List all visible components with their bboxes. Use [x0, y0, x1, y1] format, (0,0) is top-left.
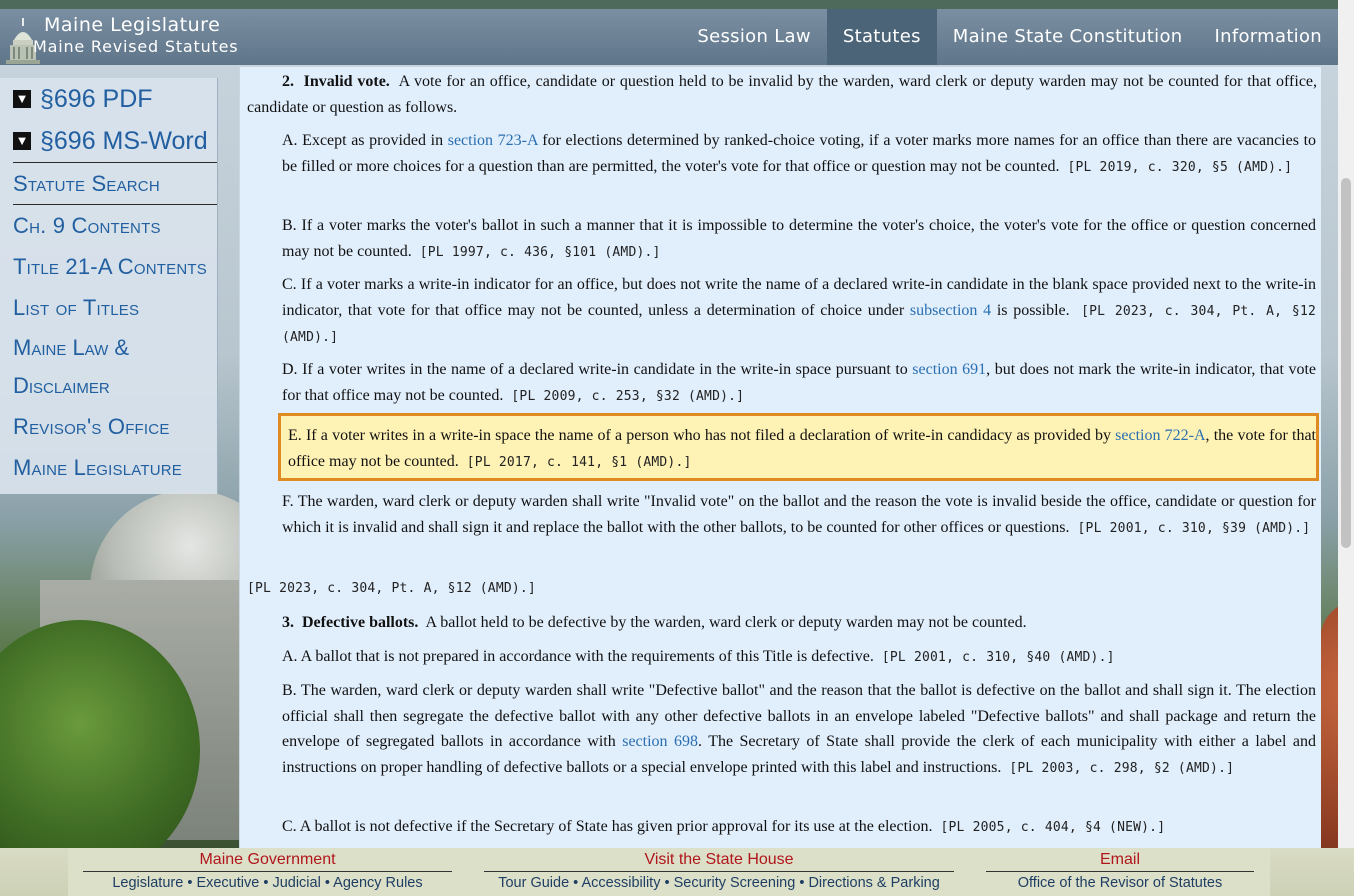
- footer-link-directions-parking[interactable]: Directions & Parking: [808, 875, 939, 891]
- history-note: [PL 2001, c. 310, §39 (AMD).]: [1077, 520, 1311, 536]
- footer-heading[interactable]: Visit the State House: [484, 850, 954, 872]
- paragraph-text: A. A ballot that is not prepared in acco…: [282, 648, 874, 665]
- history-note: [PL 2009, c. 253, §32 (AMD).]: [511, 388, 745, 404]
- sidebar-item-maine-legislature[interactable]: Maine Legislature: [0, 447, 217, 488]
- sidebar-pdf-link[interactable]: ▼ §696 PDF: [0, 78, 217, 120]
- footer-separator: •: [187, 875, 193, 891]
- footer-link-revisor-office[interactable]: Office of the Revisor of Statutes: [1018, 875, 1222, 891]
- download-icon: ▼: [13, 132, 31, 150]
- footer-link-legislature[interactable]: Legislature: [112, 875, 183, 891]
- paragraph-3b: B. The warden, ward clerk or deputy ward…: [282, 678, 1316, 781]
- paragraph-d: D. If a voter writes in the name of a de…: [282, 357, 1316, 409]
- paragraph-text: E. If a voter writes in a write-in space…: [288, 427, 1111, 444]
- subsection-2: 2. Invalid vote. A vote for an office, c…: [247, 69, 1317, 120]
- paragraph-a: A. Except as provided in section 723-A f…: [282, 128, 1316, 180]
- footer-heading[interactable]: Maine Government: [83, 850, 452, 872]
- paragraph-text: A. Except as provided in: [282, 132, 444, 149]
- footer-email: Email Office of the Revisor of Statutes: [986, 850, 1254, 894]
- sidebar-item-chapter-contents[interactable]: Ch. 9 Contents: [0, 205, 217, 246]
- section-698-link[interactable]: section 698: [622, 733, 698, 750]
- sidebar-item-maine-law-disclaimer[interactable]: Maine Law & Disclaimer: [0, 328, 217, 406]
- history-note: [PL 2005, c. 404, §4 (NEW).]: [940, 820, 1166, 835]
- sidebar-pdf-label: §696 PDF: [40, 84, 153, 113]
- footer-visit-state-house: Visit the State House Tour Guide • Acces…: [484, 850, 954, 894]
- footer-maine-government: Maine Government Legislature • Executive…: [83, 850, 452, 894]
- header-strip: [0, 0, 1338, 9]
- site-subtitle[interactable]: Maine Revised Statutes: [33, 38, 238, 56]
- paragraph-f: F. The warden, ward clerk or deputy ward…: [282, 489, 1316, 541]
- nav-information[interactable]: Information: [1199, 9, 1339, 65]
- subsection-4-link[interactable]: subsection 4: [910, 302, 991, 319]
- subsection-text: A ballot held to be defective by the war…: [425, 614, 1027, 631]
- subsection-3: 3. Defective ballots. A ballot held to b…: [247, 610, 1317, 636]
- paragraph-text: D. If a voter writes in the name of a de…: [282, 361, 908, 378]
- subsection-number: 3.: [282, 614, 294, 631]
- subsection-title: Invalid vote.: [303, 73, 390, 90]
- statute-content: 2. Invalid vote. A vote for an office, c…: [239, 67, 1321, 848]
- sidebar-item-statute-search[interactable]: Statute Search: [0, 163, 217, 204]
- sidebar: ▼ §696 PDF ▼ §696 MS-Word Statute Search…: [0, 78, 218, 494]
- paragraph-c: C. If a voter marks a write-in indicator…: [282, 272, 1316, 351]
- footer-link-security-screening[interactable]: Security Screening: [674, 875, 796, 891]
- footer: Maine Government Legislature • Executive…: [0, 848, 1354, 896]
- history-note: [PL 1997, c. 436, §101 (AMD).]: [419, 244, 661, 260]
- subsection-number: 2.: [282, 73, 294, 90]
- paragraph-3a: A. A ballot that is not prepared in acco…: [282, 644, 1316, 671]
- footer-link-accessibility[interactable]: Accessibility: [581, 875, 660, 891]
- nav-maine-state-constitution[interactable]: Maine State Constitution: [937, 9, 1199, 65]
- footer-link-tour-guide[interactable]: Tour Guide: [498, 875, 569, 891]
- history-note: [PL 2019, c. 320, §5 (AMD).]: [1067, 159, 1293, 175]
- footer-link-agency-rules[interactable]: Agency Rules: [333, 875, 422, 891]
- footer-separator: •: [324, 875, 330, 891]
- paragraph-b: B. If a voter marks the voter's ballot i…: [282, 213, 1316, 265]
- history-note: [PL 2003, c. 298, §2 (AMD).]: [1009, 760, 1235, 776]
- sidebar-item-label: Maine Law &: [13, 335, 130, 360]
- section-722a-link[interactable]: section 722-A: [1115, 427, 1205, 444]
- main-nav: Session Law Statutes Maine State Constit…: [681, 9, 1338, 65]
- footer-separator: •: [664, 875, 670, 891]
- subsection-text: A vote for an office, candidate or quest…: [247, 73, 1318, 116]
- nav-statutes[interactable]: Statutes: [826, 9, 937, 65]
- paragraph-text: is possible.: [996, 301, 1070, 319]
- sidebar-item-list-of-titles[interactable]: List of Titles: [0, 287, 217, 328]
- footer-panel: Maine Government Legislature • Executive…: [68, 848, 1270, 896]
- paragraph-text: C. A ballot is not defective if the Secr…: [282, 818, 933, 835]
- sidebar-word-link[interactable]: ▼ §696 MS-Word: [0, 120, 217, 162]
- footer-separator: •: [263, 875, 269, 891]
- sidebar-item-revisors-office[interactable]: Revisor's Office: [0, 406, 217, 447]
- section-691-link[interactable]: section 691: [912, 361, 986, 378]
- paragraph-3c: C. A ballot is not defective if the Secr…: [282, 814, 1316, 841]
- sidebar-word-label: §696 MS-Word: [40, 126, 208, 155]
- footer-separator: •: [799, 875, 805, 891]
- footer-separator: •: [573, 875, 579, 891]
- history-note: [PL 2001, c. 310, §40 (AMD).]: [881, 650, 1115, 665]
- top-header: Maine Legislature Maine Revised Statutes…: [0, 0, 1338, 67]
- history-note: [PL 2017, c. 141, §1 (AMD).]: [466, 454, 692, 470]
- sidebar-item-label: Disclaimer: [13, 373, 110, 398]
- subsection-2-history: [PL 2023, c. 304, Pt. A, §12 (AMD).]: [247, 581, 536, 596]
- scrollbar-thumb[interactable]: [1341, 178, 1351, 548]
- site-title[interactable]: Maine Legislature: [44, 14, 220, 36]
- section-723a-link[interactable]: section 723-A: [448, 132, 538, 149]
- footer-link-judicial[interactable]: Judicial: [272, 875, 320, 891]
- download-icon: ▼: [13, 90, 31, 108]
- paragraph-e: E. If a voter writes in a write-in space…: [288, 423, 1316, 475]
- footer-link-executive[interactable]: Executive: [196, 875, 259, 891]
- footer-heading[interactable]: Email: [986, 850, 1254, 872]
- footer-links: Legislature • Executive • Judicial • Age…: [83, 872, 452, 894]
- sidebar-item-title-contents[interactable]: Title 21-A Contents: [0, 246, 217, 287]
- footer-links: Tour Guide • Accessibility • Security Sc…: [484, 872, 954, 894]
- footer-links: Office of the Revisor of Statutes: [986, 872, 1254, 894]
- nav-session-law[interactable]: Session Law: [681, 9, 826, 65]
- subsection-title: Defective ballots.: [302, 614, 419, 631]
